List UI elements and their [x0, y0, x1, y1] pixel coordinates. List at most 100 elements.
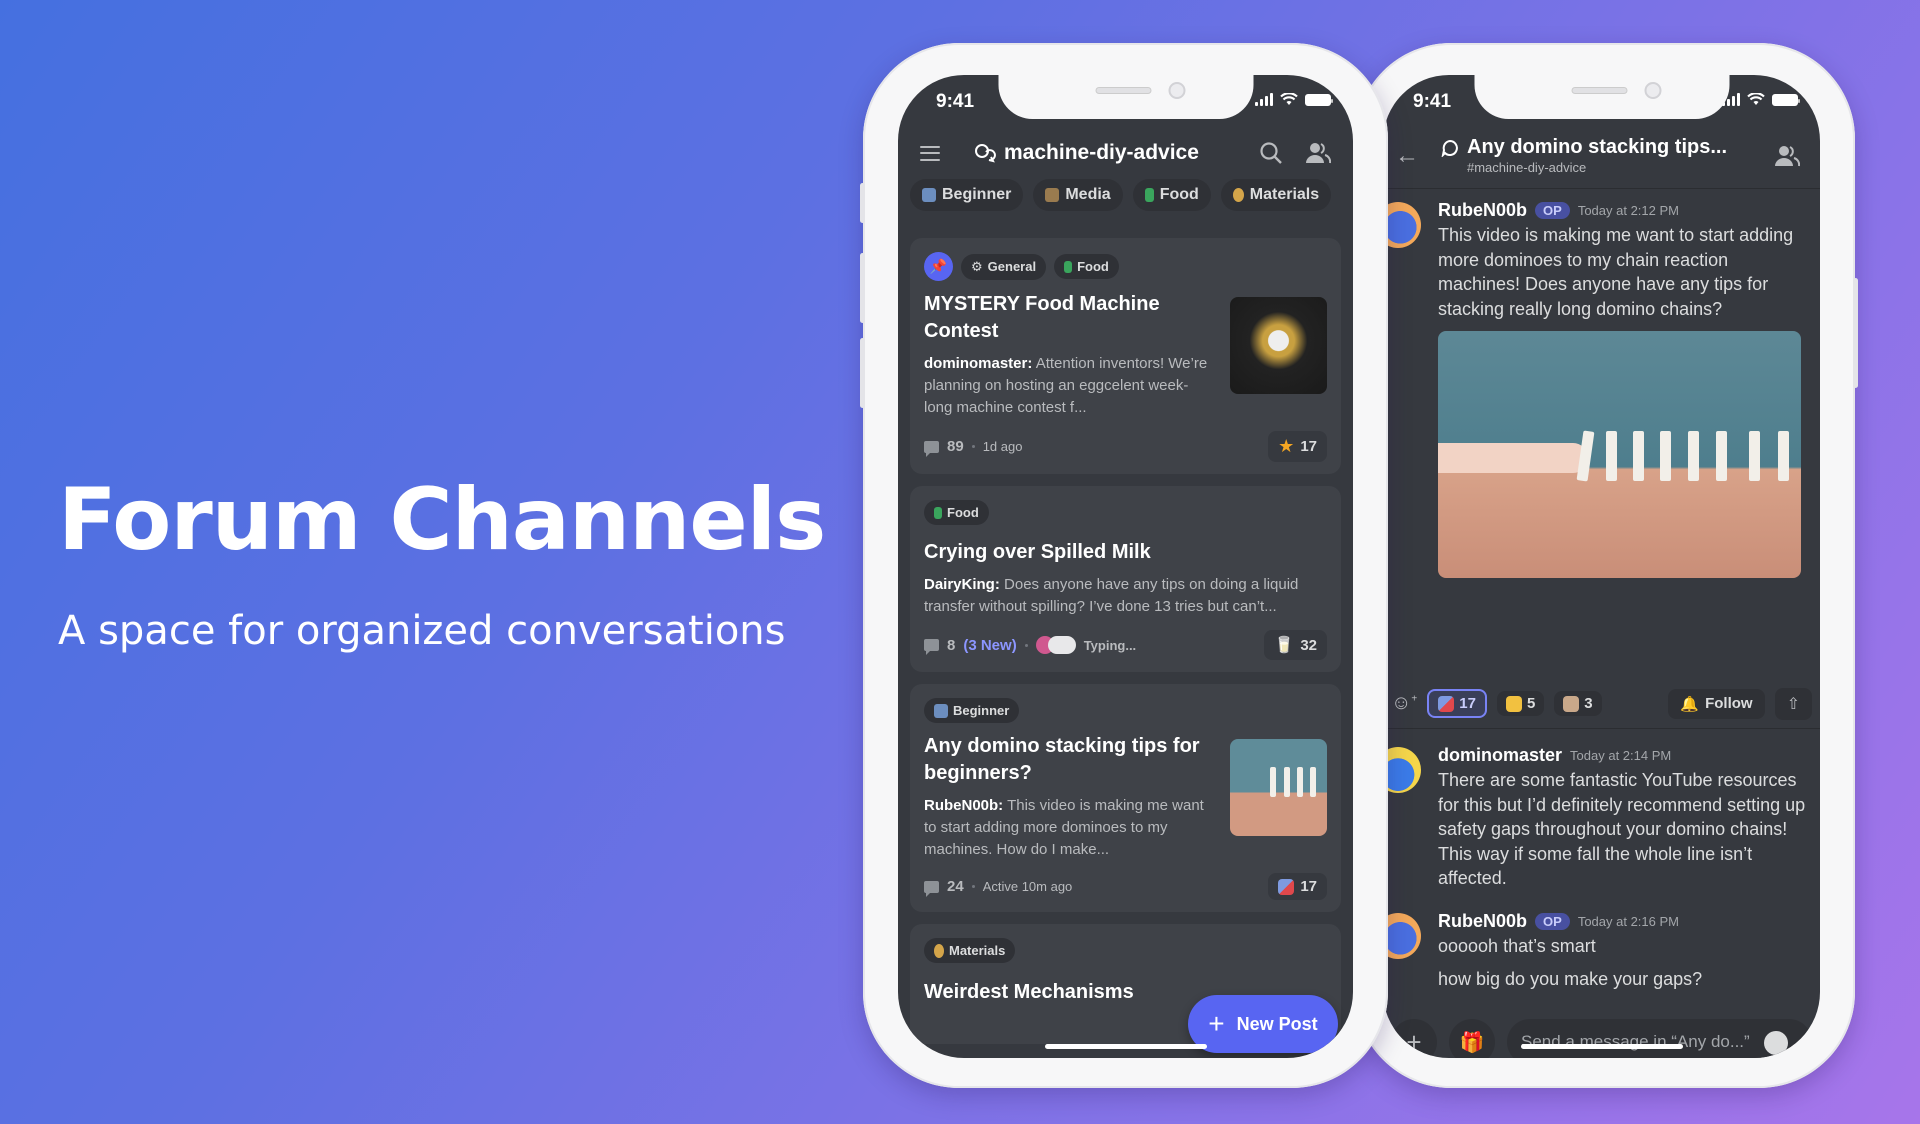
status-time: 9:41 — [936, 91, 975, 112]
comment-icon — [924, 440, 939, 457]
post-card[interactable]: Beginner Any domino stacking tips for be… — [910, 684, 1341, 912]
members-icon[interactable] — [1305, 142, 1331, 164]
camera-icon — [1045, 188, 1060, 202]
post-tag: ⚙ General — [961, 253, 1047, 280]
post-tag: Food — [924, 500, 989, 525]
forum-channel-icon — [975, 144, 996, 163]
thread-channel: #machine-diy-advice — [1467, 160, 1587, 175]
tag-filter-food[interactable]: Food — [1132, 179, 1211, 211]
post-title: Any domino stacking tips for beginners? — [924, 735, 1200, 784]
reaction-pill[interactable]: ★ 17 — [1268, 431, 1327, 462]
message-author[interactable]: RubeN00b — [1438, 911, 1527, 932]
separator-dot — [971, 445, 975, 448]
avatar-ruben00b[interactable] — [1383, 202, 1421, 248]
emoji-picker-icon[interactable] — [1764, 1031, 1788, 1055]
share-button[interactable]: ⇧ — [1774, 687, 1812, 720]
cat-icon — [1505, 695, 1522, 712]
finger-shape — [1438, 443, 1588, 473]
post-feed: 📌 ⚙ General Food MYSTERY Food Machine Con… — [910, 238, 1341, 1056]
gift-button[interactable]: 🎁 — [1449, 1019, 1495, 1058]
add-reaction-icon[interactable]: ☺+ — [1391, 692, 1417, 715]
phone-volume-up — [860, 253, 865, 323]
thread-header: ← Any domino stacking tips... #machine-d… — [1383, 123, 1820, 189]
post-card[interactable]: 📌 ⚙ General Food MYSTERY Food Machine Con… — [910, 238, 1341, 474]
typing-avatars — [1035, 636, 1076, 654]
phone-notch — [1474, 75, 1729, 119]
phone-thread-view: 9:41 ← Any domino stacking tips... #mach… — [1355, 43, 1858, 1088]
domino-image-attachment[interactable] — [1438, 331, 1801, 578]
search-icon[interactable] — [1259, 141, 1283, 165]
comment-count: 89 — [947, 438, 964, 455]
new-post-button[interactable]: + New Post — [1188, 995, 1338, 1053]
post-excerpt: dominomaster: Attention inventors! We’re… — [924, 355, 1208, 416]
home-indicator[interactable] — [1044, 1044, 1207, 1049]
post-card[interactable]: Food Crying over Spilled Milk DairyKing:… — [910, 486, 1341, 672]
battery-icon — [1772, 93, 1800, 106]
milk-carton-icon — [934, 506, 942, 519]
tag-filter-materials[interactable]: Materials — [1220, 179, 1332, 211]
phone-forum-list: 9:41 machine-diy-advice Beginner Media F… — [860, 43, 1388, 1088]
message-text: oooooh that’s smart — [1438, 935, 1596, 956]
forum-header: machine-diy-advice — [898, 129, 1353, 177]
message-author[interactable]: dominomaster — [1438, 745, 1562, 766]
back-arrow-icon[interactable]: ← — [1395, 142, 1425, 170]
post-time: Active 10m ago — [982, 879, 1073, 894]
thread-icon — [1441, 139, 1458, 157]
wifi-icon — [1280, 93, 1298, 105]
post-tag: Beginner — [924, 698, 1020, 723]
message: RubeN00b OP Today at 2:16 PM oooooh that… — [1383, 911, 1820, 992]
reaction-button[interactable]: 3 — [1554, 691, 1602, 716]
phone-side-button — [860, 183, 865, 223]
message-time: Today at 2:16 PM — [1577, 913, 1679, 929]
op-badge: OP — [1535, 202, 1570, 219]
post-title: Crying over Spilled Milk — [924, 541, 1151, 563]
message-time: Today at 2:14 PM — [1570, 748, 1672, 763]
avatar-ruben00b[interactable] — [1383, 912, 1421, 959]
channel-name: machine-diy-advice — [1004, 141, 1199, 164]
message: RubeN00b OP Today at 2:12 PM This video … — [1383, 200, 1820, 578]
comment-icon — [924, 880, 939, 897]
reaction-button[interactable]: 17 — [1427, 689, 1487, 718]
op-badge: OP — [1535, 912, 1570, 930]
message-text: This video is making me want to start ad… — [1438, 225, 1794, 319]
phone-volume-down — [860, 338, 865, 408]
reaction-pill[interactable]: 🥛 32 — [1264, 630, 1327, 660]
comment-count: 8 — [947, 636, 956, 654]
gear-icon: ⚙ — [971, 258, 983, 274]
post-thumbnail-dominoes — [1230, 739, 1327, 836]
attach-button[interactable]: + — [1391, 1019, 1437, 1058]
gift-icon: 🎁 — [1459, 1031, 1485, 1054]
tag-filter-beginner[interactable]: Beginner — [910, 179, 1024, 211]
separator-dot — [971, 885, 975, 888]
post-tag: Materials — [924, 938, 1016, 963]
milk-splash-icon: 🥛 — [1274, 637, 1295, 654]
members-icon[interactable] — [1774, 145, 1800, 167]
bear-heart-icon — [1278, 878, 1295, 895]
separator-dot — [1024, 643, 1028, 647]
post-tag: Food — [1054, 254, 1119, 279]
tag-filter-media[interactable]: Media — [1033, 179, 1123, 211]
message-text: how big do you make your gaps? — [1438, 969, 1703, 989]
post-title: MYSTERY Food Machine Contest — [924, 293, 1160, 342]
home-indicator[interactable] — [1520, 1044, 1683, 1049]
camera-icon — [1644, 82, 1661, 99]
typing-indicator: Typing... — [1083, 637, 1137, 653]
status-time: 9:41 — [1413, 91, 1452, 112]
avatar-dominomaster[interactable] — [1383, 747, 1421, 793]
follow-button[interactable]: 🔔 Follow — [1668, 688, 1765, 719]
wifi-icon — [1747, 93, 1765, 105]
comment-count: 24 — [947, 878, 964, 895]
pin-icon: 📌 — [924, 252, 953, 281]
message-list: RubeN00b OP Today at 2:12 PM This video … — [1383, 200, 1820, 578]
status-icons — [1255, 93, 1333, 106]
message-composer: + 🎁 — [1383, 1019, 1820, 1058]
message-author[interactable]: RubeN00b — [1438, 200, 1527, 221]
post-time: 1d ago — [982, 439, 1023, 454]
speaker-icon — [1571, 87, 1627, 94]
battery-icon — [1305, 93, 1333, 106]
bear-heart-icon — [1438, 695, 1455, 712]
menu-icon[interactable] — [920, 145, 940, 161]
reaction-button[interactable]: 5 — [1496, 691, 1545, 716]
post-thumbnail-eggs — [1230, 297, 1327, 394]
reaction-pill[interactable]: 17 — [1268, 873, 1327, 900]
